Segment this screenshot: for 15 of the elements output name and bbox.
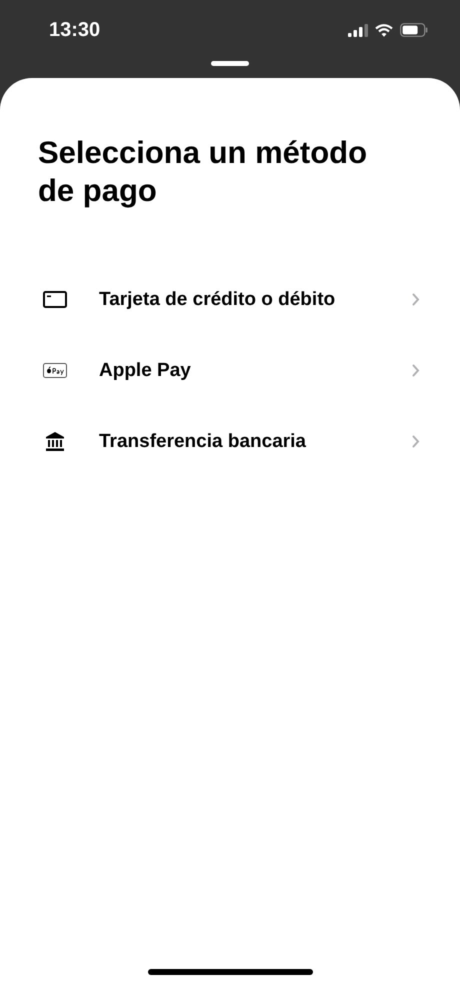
status-time: 13:30 bbox=[49, 18, 100, 42]
payment-logo-icon bbox=[43, 363, 67, 378]
chevron-icon bbox=[412, 293, 420, 306]
payment-method-item[interactable]: Transferencia bancaria bbox=[0, 406, 460, 477]
payment-method-item[interactable]: Apple Pay bbox=[0, 335, 460, 406]
sheet-title: Selecciona un método de pago bbox=[38, 134, 368, 210]
signal-icon bbox=[348, 24, 368, 36]
payment-method-item[interactable]: Tarjeta de crédito o débito bbox=[0, 264, 460, 335]
chevron-icon bbox=[412, 435, 420, 448]
chevron-icon bbox=[412, 364, 420, 377]
sheet-handle[interactable] bbox=[211, 61, 249, 66]
bank-icon bbox=[45, 431, 65, 452]
wifi-icon bbox=[375, 24, 393, 36]
card-icon bbox=[43, 291, 67, 308]
battery-icon bbox=[400, 23, 428, 37]
